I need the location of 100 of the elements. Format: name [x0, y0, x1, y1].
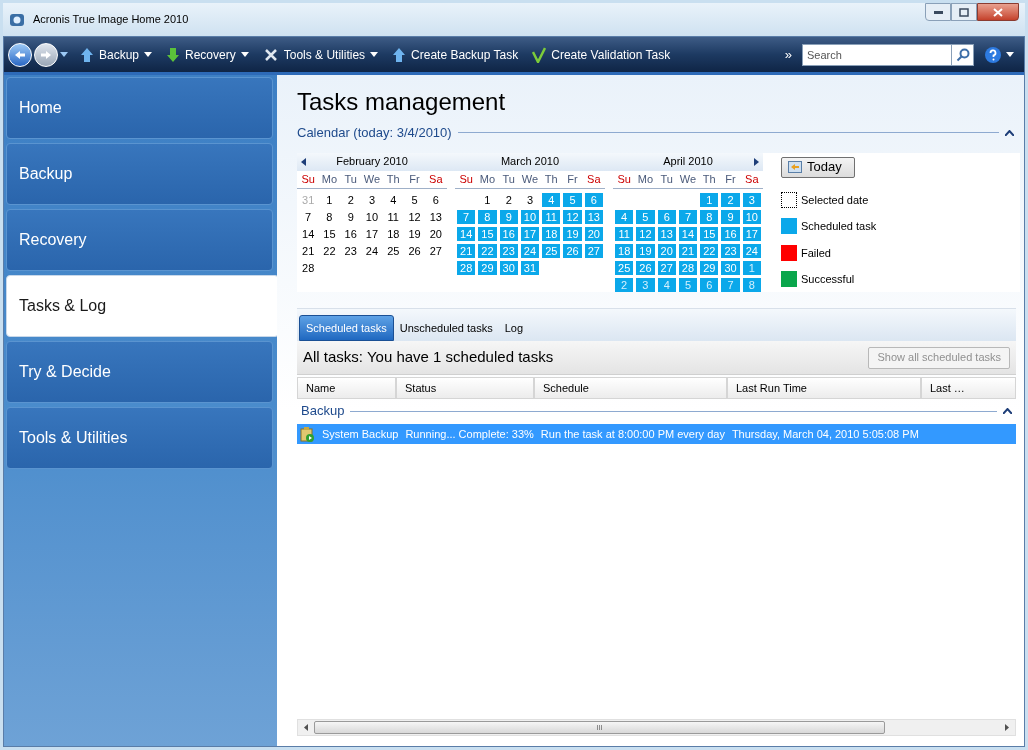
calendar-day[interactable]: 8: [742, 278, 761, 292]
calendar-day[interactable]: 13: [584, 210, 603, 224]
calendar-day[interactable]: 23: [721, 244, 740, 258]
calendar-day[interactable]: 29: [700, 261, 719, 275]
calendar-day[interactable]: 21: [299, 244, 318, 258]
calendar-day[interactable]: 24: [742, 244, 761, 258]
calendar-day[interactable]: 28: [457, 261, 476, 275]
calendar-day[interactable]: 28: [678, 261, 698, 275]
calendar-day[interactable]: 13: [426, 210, 445, 224]
calendar-day[interactable]: 20: [426, 227, 445, 241]
calendar-day[interactable]: 12: [636, 227, 655, 241]
calendar-day[interactable]: 28: [299, 261, 318, 275]
calendar-day[interactable]: 1: [320, 193, 339, 207]
calendar-day[interactable]: 10: [742, 210, 761, 224]
calendar-day[interactable]: 24: [520, 244, 540, 258]
calendar-day[interactable]: 4: [615, 210, 634, 224]
overflow-button[interactable]: »: [784, 44, 792, 65]
toolbar-button[interactable]: Tools & Utilities: [260, 45, 381, 64]
calendar-day[interactable]: 26: [563, 244, 582, 258]
column-header[interactable]: Schedule: [534, 377, 727, 399]
calendar-day[interactable]: 6: [700, 278, 719, 292]
toolbar-button[interactable]: Create Validation Task: [530, 45, 673, 64]
toolbar-button[interactable]: Recovery: [164, 45, 251, 64]
calendar-day[interactable]: 3: [742, 193, 761, 207]
calendar-day[interactable]: 16: [499, 227, 518, 241]
previous-month-icon[interactable]: [301, 157, 306, 166]
calendar-day[interactable]: 21: [457, 244, 476, 258]
calendar-day[interactable]: 23: [499, 244, 518, 258]
tab[interactable]: Log: [498, 315, 530, 341]
calendar-day[interactable]: 21: [678, 244, 698, 258]
collapse-icon[interactable]: [1003, 408, 1012, 414]
calendar-day[interactable]: 9: [341, 210, 360, 224]
calendar-day[interactable]: 5: [563, 193, 582, 207]
forward-button[interactable]: [34, 42, 58, 67]
collapse-icon[interactable]: [1005, 129, 1014, 136]
sidebar-item[interactable]: Recovery: [6, 209, 273, 271]
column-header[interactable]: Name: [297, 377, 396, 399]
calendar-day[interactable]: 11: [384, 210, 403, 224]
calendar-day[interactable]: 25: [615, 261, 634, 275]
search-button[interactable]: [952, 43, 974, 66]
calendar-day[interactable]: 14: [299, 227, 318, 241]
calendar-day[interactable]: 18: [615, 244, 634, 258]
calendar-day[interactable]: 4: [384, 193, 403, 207]
calendar-day[interactable]: 1: [478, 193, 497, 207]
toolbar-button[interactable]: Create Backup Task: [390, 45, 521, 64]
calendar-day[interactable]: 8: [700, 210, 719, 224]
calendar-day[interactable]: 27: [657, 261, 676, 275]
calendar-day[interactable]: 5: [636, 210, 655, 224]
calendar-day[interactable]: 9: [721, 210, 740, 224]
tab[interactable]: Unscheduled tasks: [393, 315, 499, 341]
calendar-day[interactable]: 15: [700, 227, 719, 241]
calendar-day[interactable]: 7: [299, 210, 318, 224]
sidebar-item[interactable]: Tasks & Log: [6, 275, 279, 337]
today-button[interactable]: Today: [781, 156, 855, 178]
calendar-day[interactable]: 27: [584, 244, 603, 258]
task-row[interactable]: System Backup Running... Complete: 33% Run the task at 8:00:00 PM every day Thursday, March 04, 2010 5:05:08 PM: [297, 424, 1016, 444]
sidebar-item[interactable]: Try & Decide: [6, 341, 273, 403]
calendar-day[interactable]: 1: [742, 261, 761, 275]
calendar-day[interactable]: 3: [362, 193, 382, 207]
calendar-day[interactable]: 5: [405, 193, 424, 207]
calendar-day[interactable]: 14: [457, 227, 476, 241]
column-header[interactable]: Last Run Time: [727, 377, 921, 399]
calendar-day[interactable]: 3: [520, 193, 540, 207]
calendar-day[interactable]: 24: [362, 244, 382, 258]
calendar-day[interactable]: 20: [584, 227, 603, 241]
calendar-day[interactable]: 16: [721, 227, 740, 241]
calendar-day[interactable]: 17: [742, 227, 761, 241]
calendar-day[interactable]: 7: [457, 210, 476, 224]
maximize-button[interactable]: [951, 3, 977, 21]
calendar-day[interactable]: 5: [678, 278, 698, 292]
calendar-day[interactable]: 3: [636, 278, 655, 292]
calendar-day[interactable]: 10: [362, 210, 382, 224]
calendar-day[interactable]: 31: [520, 261, 540, 275]
calendar-day[interactable]: 6: [657, 210, 676, 224]
calendar-day[interactable]: 2: [341, 193, 360, 207]
calendar-day[interactable]: 4: [542, 193, 561, 207]
calendar-day[interactable]: 8: [478, 210, 497, 224]
calendar-day[interactable]: 8: [320, 210, 339, 224]
calendar-day[interactable]: 13: [657, 227, 676, 241]
calendar-day[interactable]: 17: [362, 227, 382, 241]
help-icon[interactable]: [984, 45, 1002, 64]
search-field[interactable]: Search: [802, 43, 952, 66]
calendar-day[interactable]: 2: [615, 278, 634, 292]
close-button[interactable]: [977, 3, 1019, 21]
calendar-day[interactable]: 11: [542, 210, 561, 224]
calendar-day[interactable]: 26: [405, 244, 424, 258]
calendar-day[interactable]: 26: [636, 261, 655, 275]
calendar-day[interactable]: 17: [520, 227, 540, 241]
column-header[interactable]: Last …: [921, 377, 1016, 399]
calendar-day[interactable]: 12: [563, 210, 582, 224]
sidebar-item[interactable]: Home: [6, 77, 273, 139]
sidebar-item[interactable]: Backup: [6, 143, 273, 205]
minimize-button[interactable]: [925, 3, 951, 21]
calendar-day[interactable]: 7: [721, 278, 740, 292]
toolbar-button[interactable]: Backup: [78, 45, 155, 64]
calendar-day[interactable]: 19: [563, 227, 582, 241]
calendar-day[interactable]: 22: [320, 244, 339, 258]
calendar-day[interactable]: 7: [678, 210, 698, 224]
calendar-day[interactable]: 27: [426, 244, 445, 258]
calendar-day[interactable]: 29: [478, 261, 497, 275]
